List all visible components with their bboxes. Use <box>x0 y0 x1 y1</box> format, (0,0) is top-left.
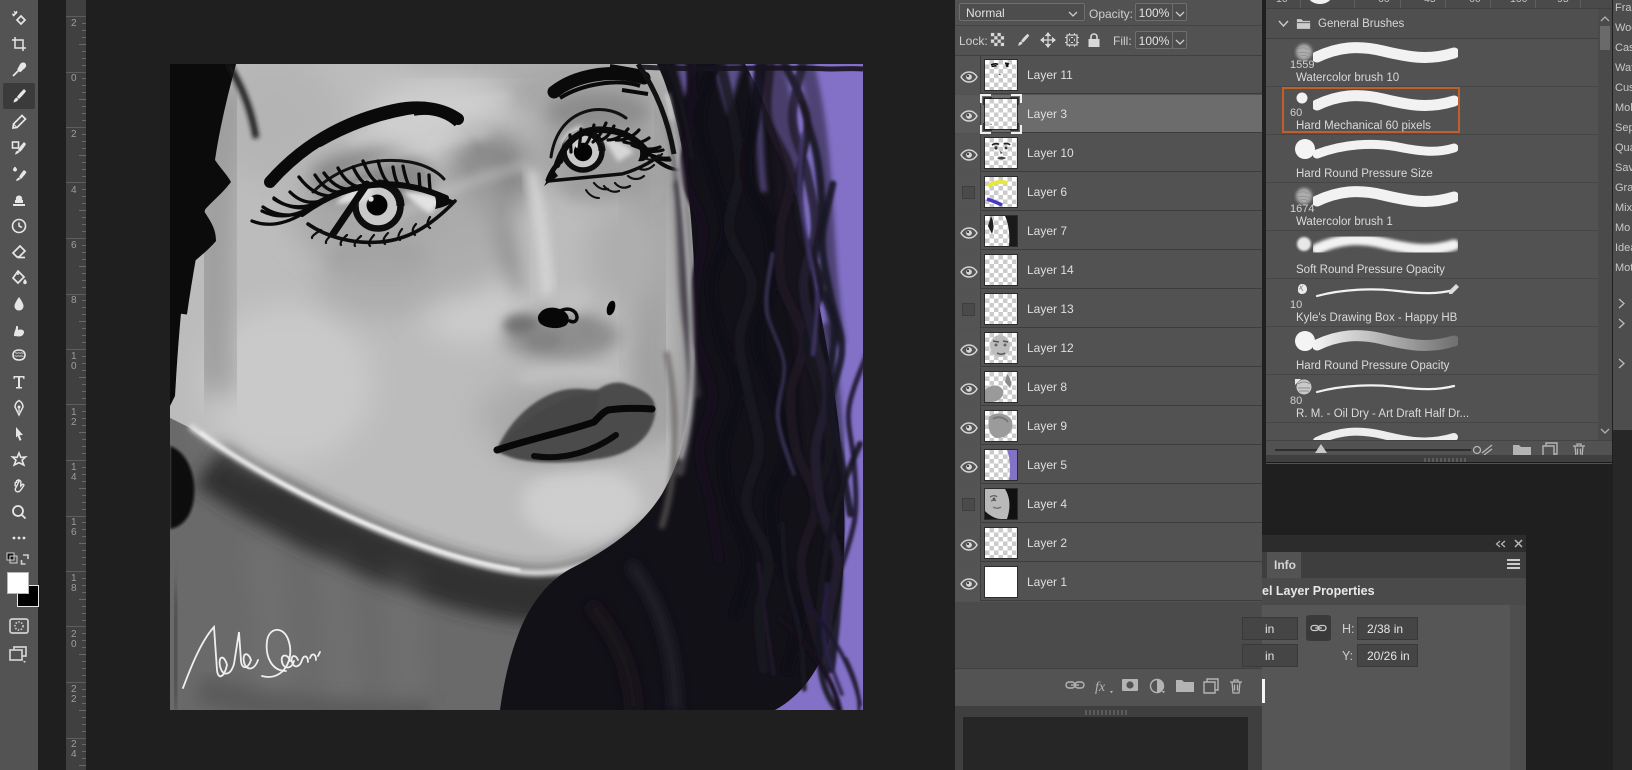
svg-text:fx: fx <box>1095 680 1106 694</box>
